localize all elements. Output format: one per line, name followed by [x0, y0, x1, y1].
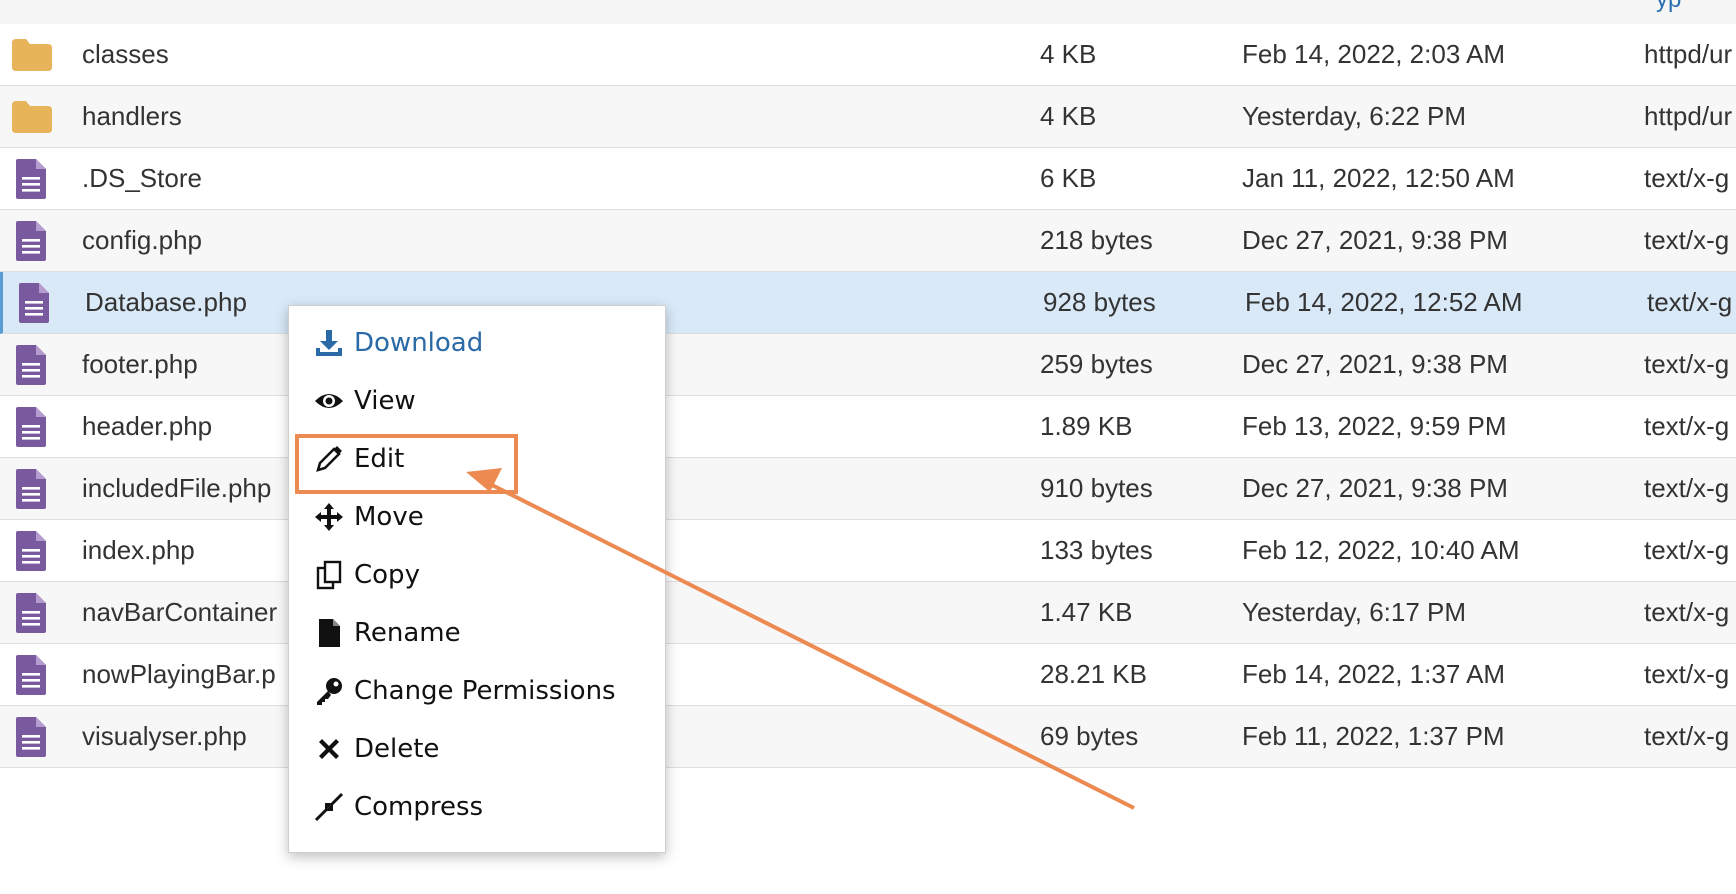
file-date: Feb 14, 2022, 2:03 AM: [1242, 39, 1506, 69]
table-row[interactable]: visualyser.php 69 bytes Feb 11, 2022, 1:…: [0, 706, 1736, 768]
file-size: 4 KB: [1040, 101, 1097, 131]
menu-item-rename[interactable]: Rename: [314, 608, 461, 658]
file-size: 4 KB: [1040, 39, 1097, 69]
table-header-bar: yp: [0, 0, 1736, 26]
file-type: text/x-g: [1644, 411, 1730, 441]
download-icon: [316, 330, 342, 356]
menu-item-label: Change Permissions: [354, 676, 616, 706]
file-icon: [12, 148, 52, 209]
annotation-highlight-box: [295, 434, 518, 494]
move-icon: [315, 503, 343, 531]
file-type: text/x-g: [1644, 597, 1730, 627]
menu-item-label: Copy: [354, 560, 420, 590]
document-icon: [319, 619, 340, 647]
menu-item-label: Download: [354, 328, 484, 358]
table-row[interactable]: footer.php 259 bytes Dec 27, 2021, 9:38 …: [0, 334, 1736, 396]
table-row-selected[interactable]: Database.php 928 bytes Feb 14, 2022, 12:…: [0, 272, 1736, 334]
menu-item-change-permissions[interactable]: Change Permissions: [314, 666, 616, 716]
file-size: 133 bytes: [1040, 535, 1153, 565]
file-type: text/x-g: [1647, 287, 1733, 317]
key-icon: [317, 678, 342, 705]
folder-icon: [12, 24, 52, 85]
file-size: 28.21 KB: [1040, 659, 1147, 689]
file-icon: [12, 210, 52, 271]
file-type: text/x-g: [1644, 225, 1730, 255]
folder-icon: [12, 86, 52, 147]
file-date: Yesterday, 6:22 PM: [1242, 101, 1467, 131]
file-name[interactable]: .DS_Store: [82, 148, 982, 209]
table-row[interactable]: config.php 218 bytes Dec 27, 2021, 9:38 …: [0, 210, 1736, 272]
file-type: text/x-g: [1644, 349, 1730, 379]
file-icon: [12, 644, 52, 705]
file-date: Dec 27, 2021, 9:38 PM: [1242, 349, 1508, 379]
file-size: 218 bytes: [1040, 225, 1153, 255]
file-type: text/x-g: [1644, 659, 1730, 689]
file-icon: [12, 706, 52, 767]
file-type: text/x-g: [1644, 535, 1730, 565]
menu-item-label: Delete: [354, 734, 440, 764]
table-row[interactable]: classes 4 KB Feb 14, 2022, 2:03 AM httpd…: [0, 24, 1736, 86]
file-name[interactable]: config.php: [82, 210, 982, 271]
menu-item-compress[interactable]: Compress: [314, 782, 483, 832]
table-row[interactable]: header.php 1.89 KB Feb 13, 2022, 9:59 PM…: [0, 396, 1736, 458]
file-type: httpd/ur: [1644, 39, 1733, 69]
copy-icon: [316, 560, 342, 590]
file-date: Dec 27, 2021, 9:38 PM: [1242, 473, 1508, 503]
file-icon: [12, 334, 52, 395]
table-row[interactable]: handlers 4 KB Yesterday, 6:22 PM httpd/u…: [0, 86, 1736, 148]
file-size: 910 bytes: [1040, 473, 1153, 503]
file-size: 6 KB: [1040, 163, 1097, 193]
menu-item-delete[interactable]: Delete: [314, 724, 439, 774]
file-date: Dec 27, 2021, 9:38 PM: [1242, 225, 1508, 255]
file-type: text/x-g: [1644, 473, 1730, 503]
file-type: text/x-g: [1644, 163, 1730, 193]
file-date: Yesterday, 6:17 PM: [1242, 597, 1467, 627]
file-date: Jan 11, 2022, 12:50 AM: [1242, 163, 1515, 193]
file-size: 928 bytes: [1043, 287, 1156, 317]
file-name[interactable]: handlers: [82, 86, 982, 147]
file-date: Feb 11, 2022, 1:37 PM: [1242, 721, 1505, 751]
file-type: httpd/ur: [1644, 101, 1733, 131]
file-size: 259 bytes: [1040, 349, 1153, 379]
file-table: classes 4 KB Feb 14, 2022, 2:03 AM httpd…: [0, 24, 1736, 768]
file-name[interactable]: classes: [82, 24, 982, 85]
file-size: 1.89 KB: [1040, 411, 1133, 441]
file-icon: [12, 582, 52, 643]
file-date: Feb 14, 2022, 12:52 AM: [1245, 287, 1523, 317]
eye-icon: [315, 394, 343, 408]
file-date: Feb 14, 2022, 1:37 AM: [1242, 659, 1506, 689]
menu-item-label: Rename: [354, 618, 461, 648]
file-size: 69 bytes: [1040, 721, 1139, 751]
file-date: Feb 12, 2022, 10:40 AM: [1242, 535, 1520, 565]
column-header-fragment[interactable]: yp: [1656, 0, 1681, 14]
table-row[interactable]: .DS_Store 6 KB Jan 11, 2022, 12:50 AM te…: [0, 148, 1736, 210]
menu-item-view[interactable]: View: [314, 376, 416, 426]
file-size: 1.47 KB: [1040, 597, 1133, 627]
close-icon: [319, 739, 339, 759]
table-row[interactable]: nowPlayingBar.p 28.21 KB Feb 14, 2022, 1…: [0, 644, 1736, 706]
file-icon: [12, 396, 52, 457]
table-row[interactable]: navBarContainer 1.47 KB Yesterday, 6:17 …: [0, 582, 1736, 644]
table-row[interactable]: includedFile.php 910 bytes Dec 27, 2021,…: [0, 458, 1736, 520]
compress-icon: [314, 792, 344, 822]
menu-item-move[interactable]: Move: [314, 492, 424, 542]
context-menu: Download View Edit Move Copy Rename Chan…: [288, 305, 666, 853]
file-date: Feb 13, 2022, 9:59 PM: [1242, 411, 1507, 441]
file-icon: [15, 272, 55, 333]
file-type: text/x-g: [1644, 721, 1730, 751]
file-icon: [12, 458, 52, 519]
table-row[interactable]: index.php 133 bytes Feb 12, 2022, 10:40 …: [0, 520, 1736, 582]
menu-item-label: Compress: [354, 792, 484, 822]
menu-item-label: Move: [354, 502, 424, 532]
menu-item-label: View: [354, 386, 416, 416]
file-icon: [12, 520, 52, 581]
menu-item-download[interactable]: Download: [314, 318, 483, 368]
menu-item-copy[interactable]: Copy: [314, 550, 420, 600]
